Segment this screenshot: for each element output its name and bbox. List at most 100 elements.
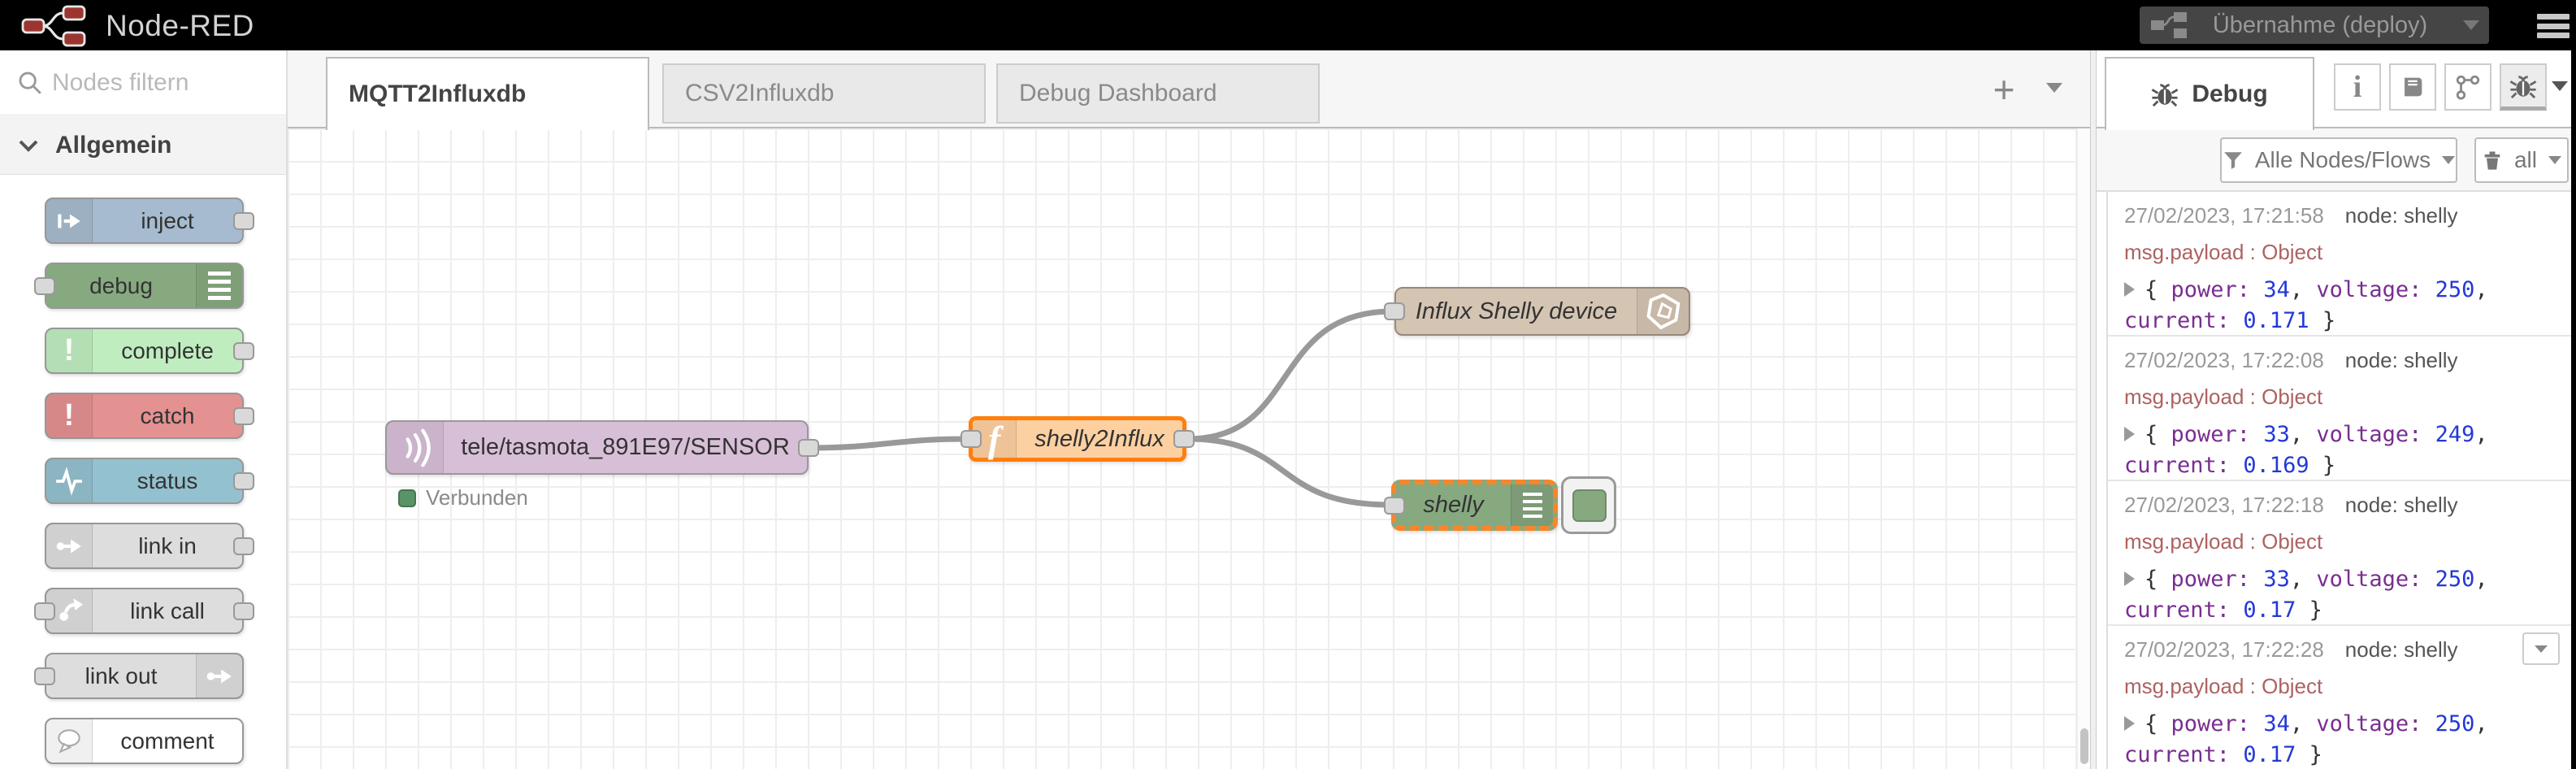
expand-triangle-icon[interactable] (2124, 716, 2135, 731)
payload-brace: } (2309, 453, 2336, 478)
payload-key: current: (2124, 453, 2243, 478)
palette-node-label: catch (93, 394, 242, 437)
debug-timestamp: 27/02/2023, 17:22:28 (2124, 637, 2324, 662)
book-icon (2399, 73, 2426, 101)
payload-number: 33 (2263, 422, 2290, 447)
payload-brace: { (2144, 711, 2171, 736)
sidebar-menu-caret-icon[interactable] (2552, 81, 2568, 91)
input-port[interactable] (1384, 497, 1405, 515)
node-palette: Allgemein inject debug !complete !catch stat… (0, 50, 288, 769)
bug-icon (2509, 72, 2537, 100)
deploy-button[interactable]: Übernahme (deploy) (2140, 7, 2489, 44)
add-flow-button[interactable]: + (1984, 70, 2023, 109)
output-port (233, 602, 254, 620)
debug-source-node[interactable]: node: shelly (2345, 348, 2458, 372)
deploy-options-caret-icon[interactable] (2463, 20, 2479, 30)
flow-node-debug-shelly[interactable]: shelly (1391, 480, 1558, 531)
payload-number: 0.171 (2243, 308, 2309, 333)
flow-list-caret-icon[interactable] (2046, 83, 2062, 93)
tab-mqtt2influxdb[interactable]: MQTT2Influxdb (326, 57, 649, 130)
debug-source-node[interactable]: node: shelly (2345, 493, 2458, 517)
payload-comma: , (2474, 567, 2487, 592)
palette-node-inject[interactable]: inject (45, 198, 244, 244)
search-icon (16, 69, 44, 97)
main-menu-button[interactable] (2537, 14, 2569, 38)
debug-source-node[interactable]: node: shelly (2345, 203, 2458, 228)
input-port[interactable] (1384, 302, 1405, 320)
list-icon (196, 264, 242, 307)
flow-node-function[interactable]: f shelly2Influx (969, 416, 1186, 462)
link-arrow-icon (196, 654, 242, 697)
debug-filter-button[interactable]: Alle Nodes/Flows (2220, 137, 2457, 183)
palette-node-link-in[interactable]: link in (45, 523, 244, 569)
payload-key: voltage: (2316, 711, 2435, 736)
sidebar-tab-projects[interactable] (2444, 63, 2491, 111)
tab-csv2influxdb[interactable]: CSV2Influxdb (662, 63, 986, 124)
canvas-vertical-scrollbar[interactable] (2077, 128, 2090, 769)
palette-category-header[interactable]: Allgemein (0, 116, 286, 175)
debug-clear-button[interactable]: all (2474, 137, 2569, 183)
debug-message-meta: 27/02/2023, 17:22:08node: shelly (2124, 348, 2563, 373)
payload-number: 250 (2435, 277, 2475, 302)
comment-bubble-icon (46, 719, 93, 762)
debug-toggle-indicator (1572, 489, 1607, 522)
debug-enable-toggle[interactable] (1561, 476, 1616, 534)
payload-comma: , (2290, 422, 2317, 447)
payload-key: power: (2171, 567, 2264, 592)
info-icon: i (2353, 69, 2362, 105)
payload-comma: , (2474, 422, 2487, 447)
palette-item-list: inject debug !complete !catch status link in l… (0, 175, 286, 769)
sidebar-tab-debug-icon[interactable] (2500, 63, 2547, 111)
expand-triangle-icon[interactable] (2124, 282, 2135, 297)
sidebar-tab-info[interactable]: i (2334, 63, 2381, 111)
palette-node-label: status (93, 459, 242, 502)
output-port[interactable] (1173, 430, 1195, 448)
filter-caret-icon (2442, 156, 2455, 164)
payload-key: current: (2124, 597, 2243, 623)
sidebar-tab-debug[interactable]: Debug (2105, 57, 2314, 130)
git-branch-icon (2454, 73, 2482, 101)
expand-triangle-icon[interactable] (2124, 427, 2135, 441)
palette-node-catch[interactable]: !catch (45, 393, 244, 439)
scrollbar-thumb[interactable] (2080, 728, 2088, 764)
debug-source-node[interactable]: node: shelly (2345, 637, 2458, 662)
payload-comma: , (2290, 567, 2317, 592)
flow-node-influxdb-out[interactable]: Influx Shelly device (1394, 287, 1690, 336)
output-port[interactable] (798, 439, 819, 457)
filter-funnel-icon (2223, 150, 2244, 171)
palette-node-label: link in (93, 524, 242, 567)
palette-node-comment[interactable]: comment (45, 718, 244, 764)
debug-message-meta: 27/02/2023, 17:22:28 node: shelly (2124, 637, 2563, 663)
workspace-tab-bar: MQTT2Influxdb CSV2Influxdb Debug Dashboa… (288, 50, 2090, 128)
expand-triangle-icon[interactable] (2124, 571, 2135, 586)
list-icon (1511, 484, 1553, 526)
sidebar-resize-handle[interactable] (2090, 50, 2097, 769)
sidebar-tab-help[interactable] (2389, 63, 2436, 111)
palette-node-link-call[interactable]: link call (45, 588, 244, 634)
flow-node-mqtt-in[interactable]: tele/tasmota_891E97/SENSOR (385, 420, 809, 475)
tab-label: Debug Dashboard (1019, 80, 1217, 107)
pulse-icon (46, 459, 93, 502)
payload-key: current: (2124, 308, 2243, 333)
palette-node-status[interactable]: status (45, 458, 244, 504)
trash-icon (2482, 149, 2503, 172)
payload-comma: , (2474, 711, 2487, 736)
input-port (34, 667, 55, 685)
influxdb-icon (1637, 289, 1689, 334)
tab-debug-dashboard[interactable]: Debug Dashboard (996, 63, 1320, 124)
palette-node-debug[interactable]: debug (45, 263, 244, 309)
palette-node-label: link call (93, 589, 242, 632)
palette-node-link-out[interactable]: link out (45, 653, 244, 699)
debug-message: 27/02/2023, 17:22:18node: shellymsg.payl… (2108, 481, 2571, 626)
window-edge (2571, 0, 2576, 769)
input-port[interactable] (961, 430, 982, 448)
palette-node-complete[interactable]: !complete (45, 328, 244, 374)
palette-filter-input[interactable] (52, 69, 263, 97)
debug-message-property: msg.payload : Object (2124, 529, 2563, 554)
node-label: shelly2Influx (1017, 420, 1182, 458)
debug-message: 27/02/2023, 17:22:28node: shellymsg.payl… (2108, 626, 2571, 769)
palette-node-label: complete (93, 329, 242, 372)
output-port (233, 537, 254, 555)
debug-message-menu-button[interactable] (2522, 632, 2560, 665)
link-arrow-icon (46, 524, 93, 567)
